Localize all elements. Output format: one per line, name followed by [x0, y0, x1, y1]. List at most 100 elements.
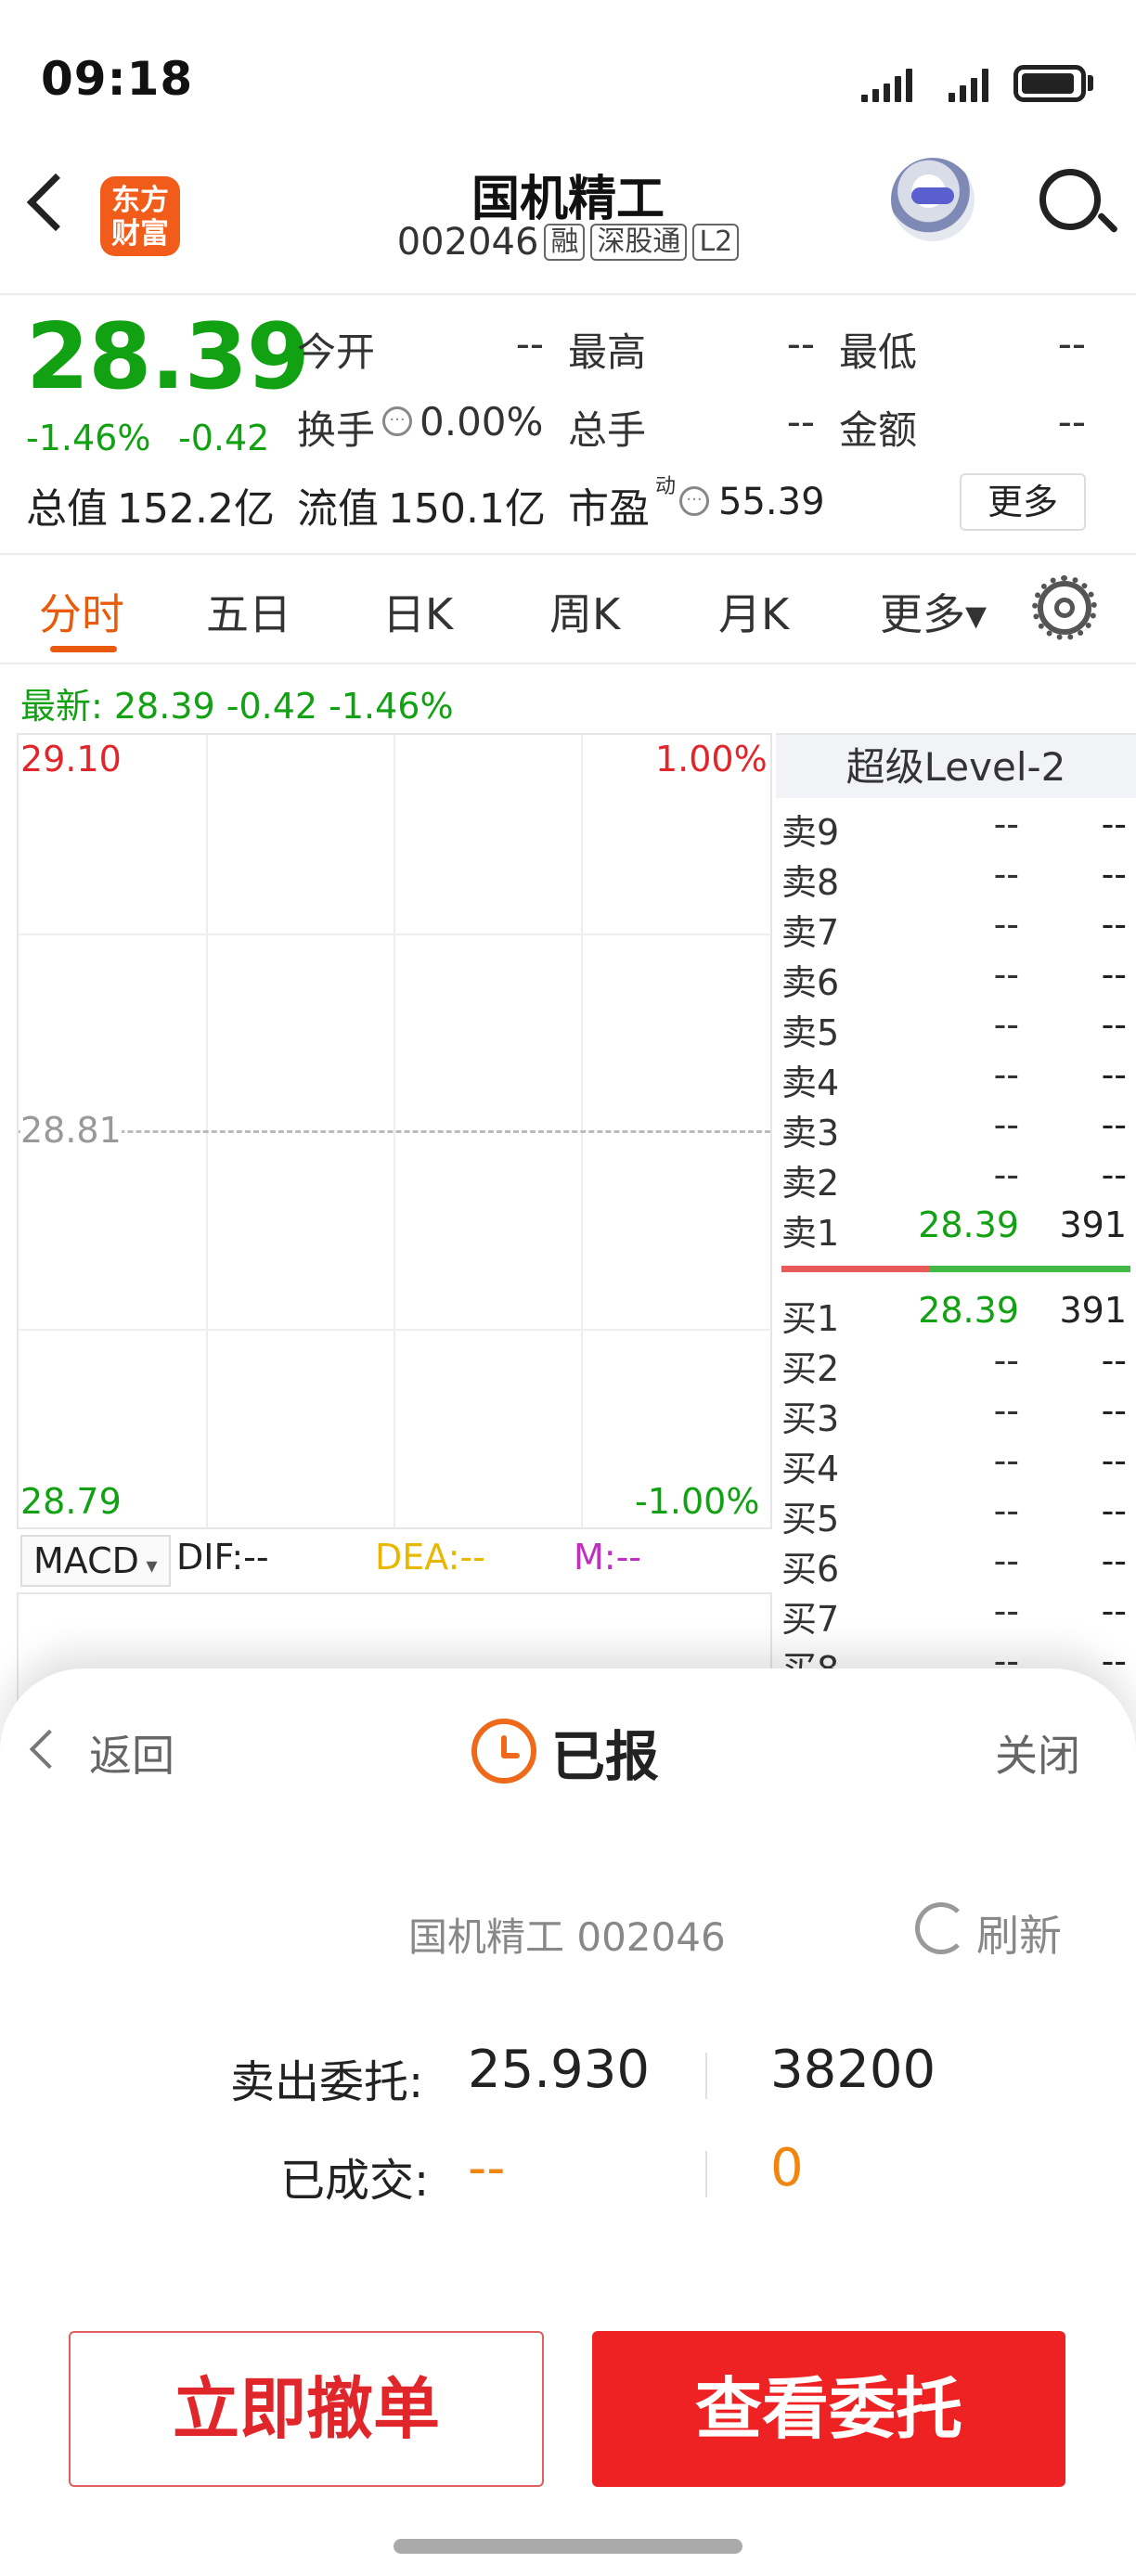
bid-level-label: 买2	[781, 1348, 840, 1389]
bid-row[interactable]: 买6 -- --	[781, 1540, 1130, 1591]
refresh-icon[interactable]	[915, 1902, 967, 1954]
tab-more[interactable]: 更多▾	[880, 581, 987, 642]
tab-daily-k[interactable]: 日K	[382, 581, 453, 642]
ask-volume: --	[1101, 854, 1127, 895]
gear-icon[interactable]	[1032, 575, 1097, 640]
turnover-label: 换手	[297, 407, 376, 453]
change-amount: -0.42	[178, 418, 270, 458]
ask-level-label: 卖9	[781, 812, 840, 853]
home-indicator[interactable]	[394, 2539, 742, 2554]
ask-ratio-bar	[781, 1266, 930, 1272]
status-time: 09:18	[41, 52, 194, 106]
sheet-close-button[interactable]: 关闭	[995, 1722, 1080, 1784]
ask-volume: --	[1101, 1004, 1127, 1045]
order-price: 25.930	[468, 2040, 650, 2100]
more-button[interactable]: 更多	[960, 473, 1086, 531]
sheet-back-button[interactable]: 返回	[89, 1722, 174, 1784]
ask-volume: --	[1101, 1154, 1127, 1195]
macd-selector-label: MACD	[33, 1540, 139, 1581]
macd-dif: DIF:--	[176, 1537, 269, 1578]
amount-value: --	[1057, 399, 1086, 444]
volume-label: 总手	[568, 407, 647, 453]
bid-level-label: 买7	[781, 1599, 840, 1640]
ask-row[interactable]: 卖9 -- --	[781, 804, 1130, 854]
ask-row[interactable]: 卖7 -- --	[781, 904, 1130, 954]
cellular-signal-icon	[861, 69, 912, 102]
bid-row[interactable]: 买3 -- --	[781, 1390, 1130, 1440]
ask-row[interactable]: 卖4 -- --	[781, 1054, 1130, 1104]
float-value: 150.1亿	[388, 485, 546, 533]
ask-level-label: 卖8	[781, 862, 840, 903]
total-value: 152.2亿	[117, 485, 275, 533]
ask-price: --	[993, 804, 1019, 844]
ask-row[interactable]: 卖2 -- --	[781, 1154, 1130, 1204]
filled-quantity: 0	[770, 2138, 804, 2198]
tab-intraday[interactable]: 分时	[39, 581, 124, 642]
open-value: --	[515, 321, 544, 367]
bid-row[interactable]: 买5 -- --	[781, 1490, 1130, 1540]
bid-volume: --	[1101, 1340, 1127, 1381]
ask-volume: 391	[1059, 1204, 1127, 1245]
ask-price: --	[993, 854, 1019, 895]
assistant-avatar[interactable]	[891, 158, 975, 241]
ask-row[interactable]: 卖8 -- --	[781, 854, 1130, 904]
bid-level-label: 买5	[781, 1499, 840, 1539]
ask-row[interactable]: 卖3 -- --	[781, 1104, 1130, 1154]
ask-level-label: 卖7	[781, 912, 840, 953]
bid-volume: --	[1101, 1490, 1127, 1531]
ask-price: --	[993, 904, 1019, 945]
tab-five-day[interactable]: 五日	[206, 581, 291, 642]
filled-price: --	[468, 2138, 506, 2198]
tab-monthly-k[interactable]: 月K	[718, 581, 789, 642]
volume-value: --	[786, 399, 815, 444]
ask-row[interactable]: 卖1 28.39 391	[781, 1204, 1130, 1255]
bid-row[interactable]: 买7 -- --	[781, 1591, 1130, 1641]
info-icon[interactable]: ···	[382, 406, 412, 436]
filled-label: 已成交:	[280, 2155, 430, 2207]
margin-tag: 融	[544, 224, 586, 261]
chart-mid-price: 28.81	[20, 1110, 122, 1151]
bid-volume: --	[1101, 1641, 1127, 1681]
grid-line	[19, 1329, 770, 1331]
pe-label: 市盈	[568, 485, 650, 533]
ask-row[interactable]: 卖5 -- --	[781, 1004, 1130, 1054]
sheet-title: 已报	[551, 1725, 660, 1788]
amount-label: 金额	[839, 407, 918, 453]
bid-volume: --	[1101, 1440, 1127, 1481]
order-book-title[interactable]: 超级Level-2	[776, 733, 1136, 798]
cancel-order-button[interactable]: 立即撤单	[69, 2331, 544, 2487]
battery-tip	[1088, 75, 1093, 91]
bid-volume: --	[1101, 1540, 1127, 1581]
prev-close-line	[19, 1130, 770, 1133]
low-label: 最低	[839, 329, 918, 375]
pe-sup: 动	[655, 475, 677, 498]
latest-quote-line: 最新: 28.39 -0.42 -1.46%	[20, 686, 454, 727]
high-value: --	[786, 321, 815, 367]
ask-price: --	[993, 1104, 1019, 1145]
tab-weekly-k[interactable]: 周K	[549, 581, 620, 642]
ask-volume: --	[1101, 1054, 1127, 1095]
bid-price: --	[993, 1390, 1019, 1431]
chart-low-pct: -1.00%	[635, 1481, 760, 1522]
ask-row[interactable]: 卖6 -- --	[781, 954, 1130, 1004]
ask-volume: --	[1101, 954, 1127, 995]
ask-price: --	[993, 954, 1019, 995]
ask-volume: --	[1101, 804, 1127, 844]
bid-row[interactable]: 买1 28.39 391	[781, 1290, 1130, 1340]
search-icon[interactable]	[1039, 169, 1101, 230]
ask-level-label: 卖2	[781, 1163, 840, 1204]
open-label: 今开	[297, 329, 376, 375]
ask-volume: --	[1101, 1104, 1127, 1145]
bid-row[interactable]: 买4 -- --	[781, 1440, 1130, 1490]
float-value-label: 流值	[297, 485, 379, 533]
pe-value: 55.39	[718, 481, 825, 523]
current-price: 28.39	[26, 304, 310, 410]
divider	[0, 553, 1136, 555]
macd-dea: DEA:--	[375, 1537, 485, 1578]
bid-volume: --	[1101, 1390, 1127, 1431]
pe-info-icon[interactable]: ···	[679, 486, 709, 516]
view-orders-button[interactable]: 查看委托	[592, 2331, 1065, 2487]
refresh-button[interactable]: 刷新	[976, 1902, 1062, 1964]
macd-selector[interactable]: MACD ▾	[20, 1535, 171, 1587]
bid-row[interactable]: 买2 -- --	[781, 1340, 1130, 1390]
